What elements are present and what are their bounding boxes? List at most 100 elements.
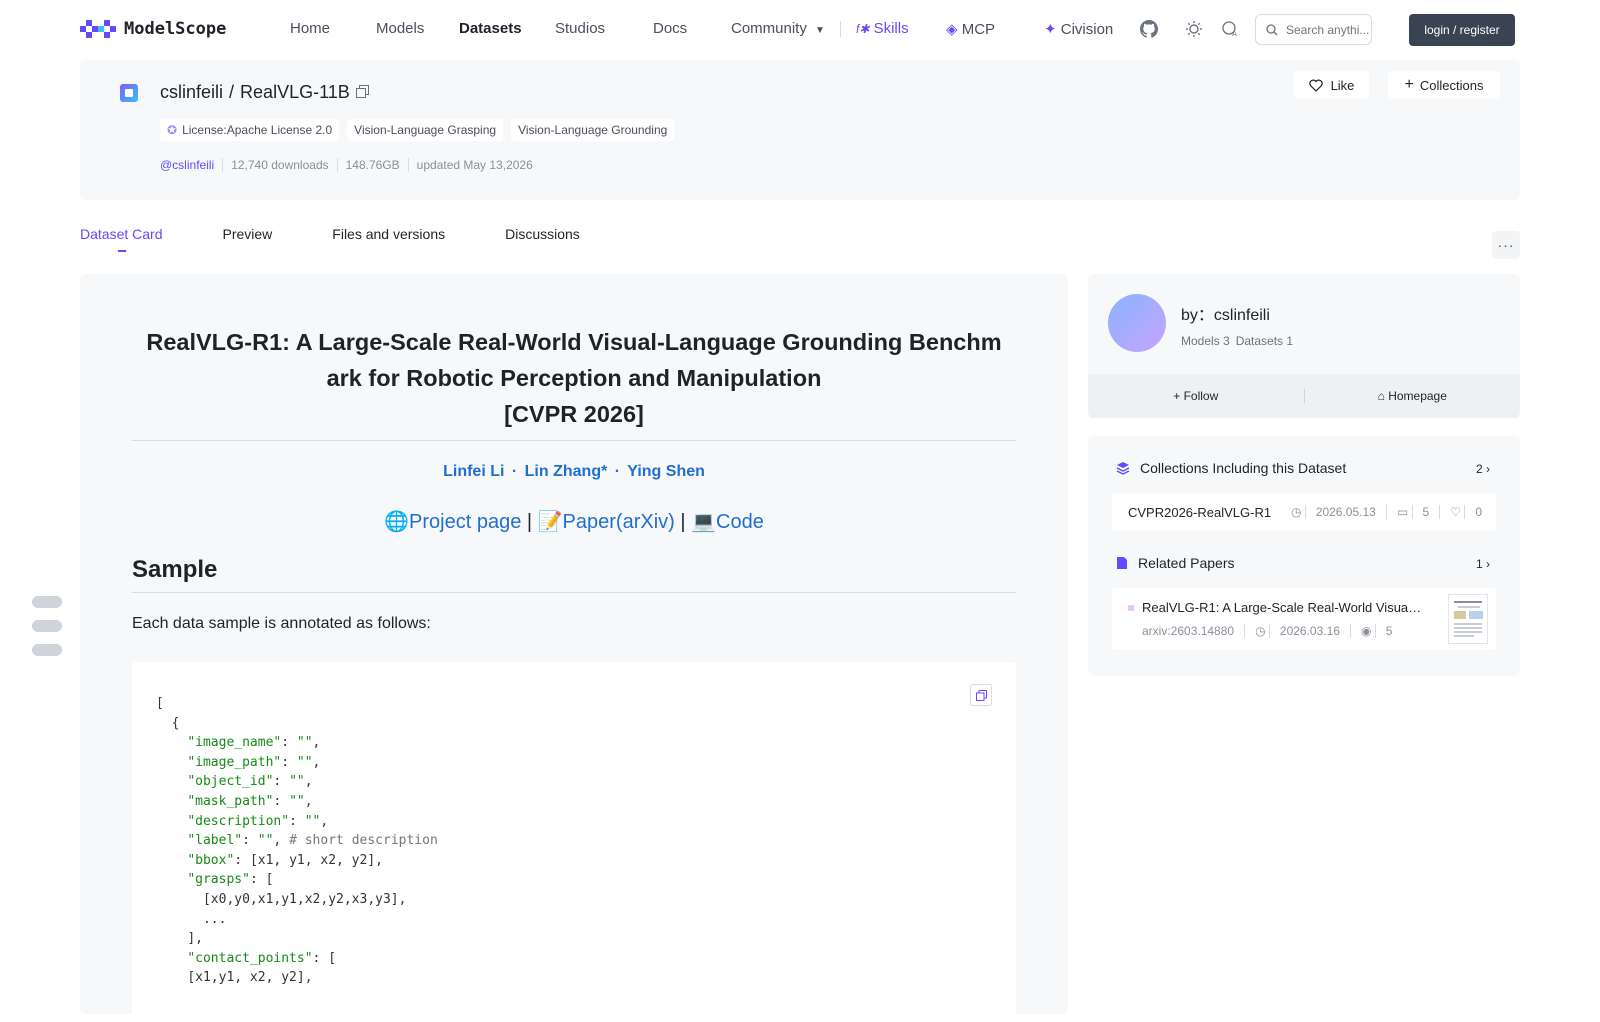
github-icon[interactable]	[1139, 19, 1159, 39]
paper-meta: arxiv:2603.14880 ◷ 2026.03.16 ◉ 5	[1142, 624, 1393, 638]
author-link[interactable]: Lin Zhang*	[525, 463, 608, 480]
author-avatar[interactable]	[1108, 294, 1166, 352]
nav-civision-label: Civision	[1060, 21, 1114, 38]
paper-date: ◷ 2026.03.16	[1244, 624, 1340, 638]
modelscope-logo[interactable]: ModelScope	[80, 18, 226, 40]
nav-skills-label: Skills	[873, 20, 909, 37]
copy-icon[interactable]	[355, 84, 369, 101]
code-block: [ { "image_name": "", "image_path": "", …	[132, 662, 1016, 1022]
plus-icon: +	[1173, 389, 1181, 403]
follow-button[interactable]: + Follow	[1088, 389, 1304, 403]
collections-count-link[interactable]: 2 ›	[1476, 462, 1490, 476]
meta-updated: updated May 13,2026	[407, 158, 541, 172]
heart-icon: ♡	[1450, 505, 1461, 519]
home-icon: ⌂	[1377, 389, 1385, 403]
dataset-avatar	[120, 84, 138, 102]
task-tag-grounding[interactable]: Vision-Language Grounding	[511, 119, 675, 141]
search-box[interactable]	[1255, 14, 1372, 45]
tab-files-and-versions[interactable]: Files and versions	[332, 226, 445, 252]
tab-preview[interactable]: Preview	[222, 226, 272, 252]
search-input[interactable]	[1286, 22, 1370, 37]
skills-icon: f✱	[856, 22, 870, 36]
license-icon: ✪	[167, 123, 178, 137]
author-models-count[interactable]: Models 3	[1181, 334, 1230, 348]
dataset-name: RealVLG-11B	[240, 82, 350, 102]
paper-link[interactable]: 📝Paper(arXiv)	[538, 511, 675, 533]
dataset-header-card: cslinfeili / RealVLG-11B ✪ License:Apach…	[80, 60, 1520, 200]
nav-skills[interactable]: f✱ Skills	[856, 20, 909, 37]
login-register-button[interactable]: login / register	[1409, 14, 1515, 46]
floating-side-menu[interactable]	[32, 596, 62, 668]
collection-meta: ◷ 2026.05.13 ▭ 5 ♡ 0	[1291, 505, 1482, 519]
dataset-card-content: RealVLG-R1: A Large-Scale Real-World Vis…	[80, 274, 1068, 1022]
chevron-right-icon: ›	[1486, 462, 1490, 476]
meta-owner-link[interactable]: @cslinfeili	[160, 158, 222, 172]
collections-button[interactable]: + Collections	[1388, 71, 1500, 99]
dataset-tabs: Dataset Card Preview Files and versions …	[80, 226, 640, 252]
collections-heading-label: Collections Including this Dataset	[1140, 460, 1347, 476]
nav-community[interactable]: Community ▼	[731, 20, 825, 37]
mcp-icon: ◈	[946, 21, 958, 38]
author-name[interactable]: by：cslinfeili	[1181, 301, 1270, 325]
eye-icon: ◉	[1360, 624, 1372, 638]
collection-items: ▭ 5	[1385, 505, 1430, 519]
papers-heading: Related Papers	[1116, 555, 1235, 571]
license-tag[interactable]: ✪ License:Apache License 2.0	[160, 119, 340, 141]
resource-links: 🌐Project page | 📝Paper(arXiv) | 💻Code	[132, 509, 1016, 534]
chevron-right-icon: ›	[1486, 557, 1490, 571]
author-stats: Models 3 Datasets 1	[1181, 334, 1293, 348]
nav-civision[interactable]: ✦ Civision	[1044, 20, 1113, 38]
language-icon[interactable]: A	[1220, 19, 1240, 39]
license-tag-label: License:Apache License 2.0	[182, 123, 333, 137]
paper-id: arxiv:2603.14880	[1142, 624, 1235, 638]
author-datasets-count[interactable]: Datasets 1	[1236, 334, 1293, 348]
copy-icon	[975, 689, 987, 701]
collection-date: ◷ 2026.05.13	[1291, 505, 1376, 519]
homepage-label: Homepage	[1388, 389, 1447, 403]
dataset-owner[interactable]: cslinfeili	[160, 82, 223, 103]
papers-count-link[interactable]: 1 ›	[1476, 557, 1490, 571]
project-page-link[interactable]: 🌐Project page	[384, 511, 521, 533]
paper-item[interactable]: RealVLG-R1: A Large-Scale Real-World Vis…	[1112, 588, 1496, 650]
title-separator: /	[229, 82, 235, 102]
author-link[interactable]: Ying Shen	[627, 463, 705, 480]
sample-heading: Sample	[132, 556, 1016, 593]
follow-label: Follow	[1183, 389, 1219, 403]
clock-icon: ◷	[1255, 624, 1266, 638]
author-separator: ·	[614, 463, 621, 480]
nav-datasets[interactable]: Datasets	[459, 20, 522, 37]
link-separator: |	[526, 511, 533, 533]
nav-mcp[interactable]: ◈ MCP	[946, 20, 995, 38]
tab-discussions[interactable]: Discussions	[505, 226, 580, 252]
author-link[interactable]: Linfei Li	[443, 463, 504, 480]
paper-date-text: 2026.03.16	[1268, 624, 1340, 638]
paper-title: RealVLG-R1: A Large-Scale Real-World Vis…	[1142, 600, 1422, 615]
paper-views-text: 5	[1374, 624, 1393, 638]
task-tag-grasping[interactable]: Vision-Language Grasping	[347, 119, 504, 141]
meta-downloads: 12,740 downloads	[222, 158, 336, 172]
copy-code-button[interactable]	[970, 684, 992, 706]
search-icon	[1266, 23, 1278, 35]
dataset-title: cslinfeili / RealVLG-11B	[160, 82, 369, 103]
tab-dataset-card[interactable]: Dataset Card	[80, 226, 162, 252]
theme-toggle-icon[interactable]	[1184, 19, 1204, 39]
more-options-button[interactable]: ···	[1492, 231, 1520, 259]
paper-views: ◉ 5	[1349, 624, 1393, 638]
svg-text:A: A	[1232, 30, 1237, 38]
like-button[interactable]: Like	[1294, 71, 1369, 99]
dataset-meta: @cslinfeili 12,740 downloads 148.76GB up…	[160, 158, 541, 172]
readme-title: RealVLG-R1: A Large-Scale Real-World Vis…	[132, 324, 1016, 441]
document-icon	[1117, 557, 1127, 569]
sparkle-icon: ✦	[1044, 21, 1057, 38]
code-link[interactable]: 💻Code	[691, 511, 764, 533]
nav-models[interactable]: Models	[376, 20, 424, 37]
nav-studios[interactable]: Studios	[555, 20, 605, 37]
nav-home[interactable]: Home	[290, 20, 330, 37]
author-separator: ·	[511, 463, 518, 480]
collection-item[interactable]: CVPR2026-RealVLG-R1 ◷ 2026.05.13 ▭ 5 ♡ 0	[1112, 493, 1496, 531]
collection-date-text: 2026.05.13	[1304, 505, 1376, 519]
readme-title-venue: [CVPR 2026]	[504, 401, 644, 427]
homepage-button[interactable]: ⌂ Homepage	[1305, 389, 1521, 403]
floating-bar	[32, 644, 62, 656]
nav-docs[interactable]: Docs	[653, 20, 687, 37]
